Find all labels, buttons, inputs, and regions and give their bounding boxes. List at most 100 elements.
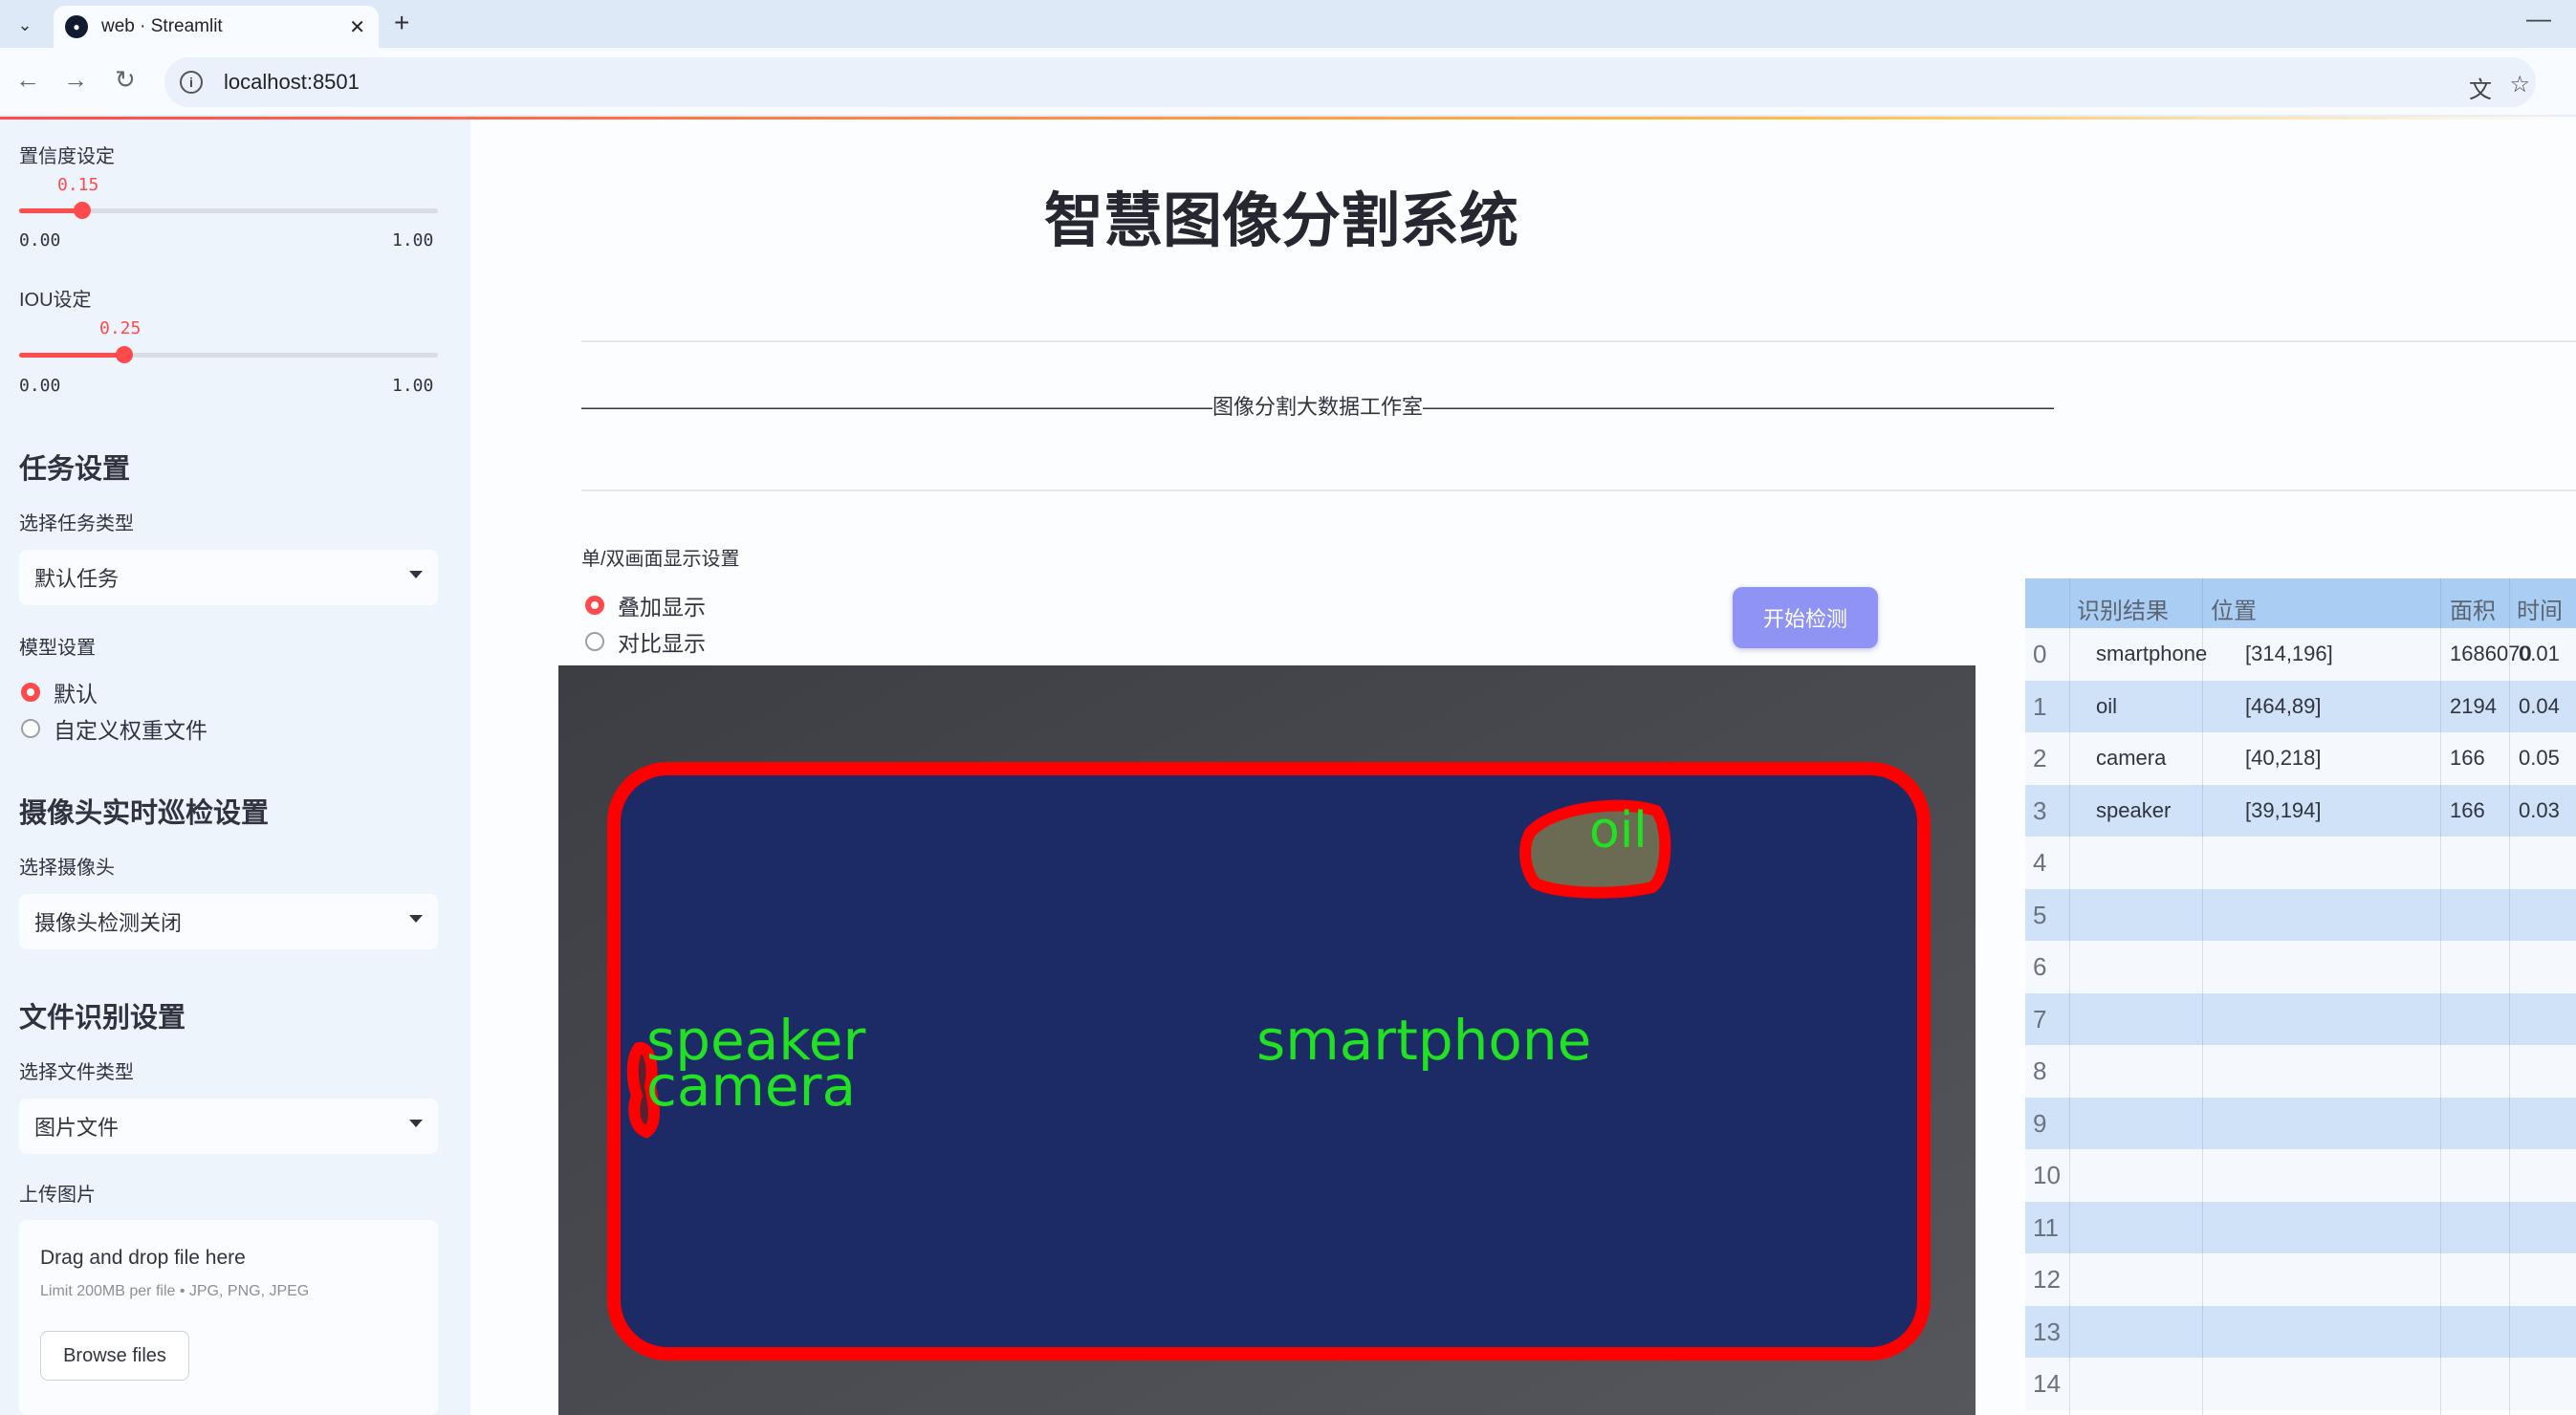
model-option-label: 默认 [54, 682, 98, 707]
row-index: 8 [2033, 1056, 2047, 1085]
iou-max: 1.00 [392, 376, 434, 396]
display-option-compare[interactable]: 对比显示 [585, 625, 706, 658]
reload-icon[interactable]: ↻ [115, 65, 136, 95]
radio-selected-icon[interactable] [21, 683, 40, 702]
column-separator [2069, 578, 2070, 1415]
confidence-label: 置信度设定 [19, 146, 115, 167]
file-dropzone[interactable]: Drag and drop file here Limit 200MB per … [19, 1220, 438, 1415]
row-index: 10 [2033, 1161, 2061, 1189]
table-row[interactable]: 2 camera [40,218] 166 0.05 [2025, 732, 2576, 785]
iou-slider[interactable] [19, 346, 438, 363]
chevron-down-icon [409, 1120, 423, 1127]
camera-settings-heading: 摄像头实时巡检设置 [19, 798, 270, 829]
cell-time: 0.03 [2519, 797, 2560, 822]
site-info-icon[interactable]: i [180, 71, 203, 94]
camera-select-value: 摄像头检测关闭 [34, 911, 183, 935]
dropzone-limit-text: Limit 200MB per file • JPG, PNG, JPEG [40, 1283, 310, 1299]
results-table[interactable]: 识别结果 位置 面积 时间 0 smartphone [314,196] 168607… [2025, 578, 2576, 1415]
column-header-position[interactable]: 位置 [2211, 592, 2257, 625]
display-option-overlay[interactable]: 叠加显示 [585, 589, 706, 621]
browse-files-button[interactable]: Browse files [40, 1331, 189, 1381]
task-type-value: 默认任务 [34, 567, 120, 591]
column-header-time[interactable]: 时间 [2517, 592, 2563, 625]
model-option-label: 自定义权重文件 [54, 718, 207, 743]
new-tab-plus-icon[interactable]: + [394, 8, 409, 38]
page-title: 智慧图像分割系统 [1043, 188, 1518, 254]
row-index: 5 [2033, 900, 2047, 929]
iou-min: 0.00 [19, 376, 61, 396]
confidence-max: 1.00 [392, 230, 434, 250]
chevron-down-icon [409, 915, 423, 923]
row-index: 0 [2033, 640, 2047, 668]
task-type-select[interactable]: 默认任务 [19, 550, 438, 605]
smartphone-label: smartphone [1256, 1008, 1591, 1073]
model-option-default[interactable]: 默认 [21, 676, 98, 708]
translate-icon[interactable]: 文 [2469, 71, 2492, 104]
start-detection-button[interactable]: 开始检测 [1733, 587, 1878, 648]
cell-position: [40,218] [2245, 746, 2322, 770]
browser-tab[interactable]: ● web · Streamlit ✕ [54, 6, 379, 48]
cell-time: 0.01 [2519, 642, 2560, 665]
tab-close-icon[interactable]: ✕ [349, 15, 365, 39]
table-row[interactable]: 0 smartphone [314,196] 1686070 0.01 [2025, 628, 2576, 681]
display-mode-label: 单/双画面显示设置 [581, 549, 740, 570]
iou-slider-fill [19, 353, 124, 358]
cell-time: 0.04 [2519, 693, 2560, 718]
column-separator [2440, 578, 2441, 1415]
dropzone-title: Drag and drop file here [40, 1247, 246, 1269]
table-row[interactable]: 11 [2025, 1201, 2576, 1254]
cell-result: oil [2096, 693, 2118, 718]
file-settings-heading: 文件识别设置 [19, 1003, 186, 1034]
table-header: 识别结果 位置 面积 时间 [2025, 578, 2576, 628]
url-field[interactable]: i localhost:8501 文 ☆ [164, 57, 2536, 107]
file-type-value: 图片文件 [34, 1116, 120, 1140]
table-row[interactable]: 7 [2025, 992, 2576, 1046]
cell-area: 2194 [2450, 693, 2497, 718]
display-option-label: 对比显示 [618, 631, 706, 656]
table-row[interactable]: 8 [2025, 1045, 2576, 1098]
table-row[interactable]: 6 [2025, 941, 2576, 993]
cell-result: speaker [2096, 797, 2172, 822]
table-row[interactable]: 12 [2025, 1253, 2576, 1306]
row-index: 6 [2033, 952, 2047, 981]
row-index: 4 [2033, 848, 2047, 877]
file-type-select[interactable]: 图片文件 [19, 1099, 438, 1154]
radio-unselected-icon[interactable] [585, 632, 604, 651]
camera-select[interactable]: 摄像头检测关闭 [19, 894, 438, 949]
row-index: 2 [2033, 744, 2047, 773]
row-index: 9 [2033, 1108, 2047, 1138]
table-row[interactable]: 4 [2025, 837, 2576, 889]
table-row[interactable]: 3 speaker [39,194] 166 0.03 [2025, 784, 2576, 838]
column-header-area[interactable]: 面积 [2450, 592, 2496, 625]
table-row[interactable]: 9 [2025, 1097, 2576, 1150]
confidence-slider-fill [19, 208, 82, 213]
row-index: 13 [2033, 1317, 2061, 1346]
chevron-down-icon [409, 571, 423, 578]
confidence-slider[interactable] [19, 202, 438, 219]
model-option-custom[interactable]: 自定义权重文件 [21, 712, 207, 745]
bookmark-star-icon[interactable]: ☆ [2509, 71, 2530, 98]
tab-list-chevron-icon[interactable]: ⌄ [10, 10, 40, 40]
confidence-slider-thumb[interactable] [73, 202, 91, 219]
column-header-result[interactable]: 识别结果 [2077, 592, 2169, 625]
task-settings-heading: 任务设置 [19, 454, 131, 485]
iou-label: IOU设定 [19, 290, 92, 311]
back-arrow-icon[interactable]: ← [15, 65, 40, 95]
cell-area: 166 [2450, 746, 2485, 770]
column-separator [2509, 578, 2510, 1415]
radio-selected-icon[interactable] [585, 596, 604, 615]
column-separator [2202, 578, 2203, 1415]
table-row[interactable]: 1 oil [464,89] 2194 0.04 [2025, 680, 2576, 733]
table-row[interactable]: 5 [2025, 888, 2576, 942]
radio-unselected-icon[interactable] [21, 719, 40, 738]
forward-arrow-icon[interactable]: → [63, 65, 88, 95]
row-index: 14 [2033, 1369, 2061, 1398]
table-row[interactable]: 13 [2025, 1305, 2576, 1359]
table-row[interactable]: 10 [2025, 1149, 2576, 1202]
url-text: localhost:8501 [224, 70, 360, 94]
table-row[interactable]: 14 [2025, 1358, 2576, 1410]
iou-value: 0.25 [99, 318, 142, 338]
window-minimize-icon[interactable]: — [2526, 4, 2551, 33]
cell-position: [39,194] [2245, 797, 2322, 822]
iou-slider-thumb[interactable] [115, 346, 133, 363]
